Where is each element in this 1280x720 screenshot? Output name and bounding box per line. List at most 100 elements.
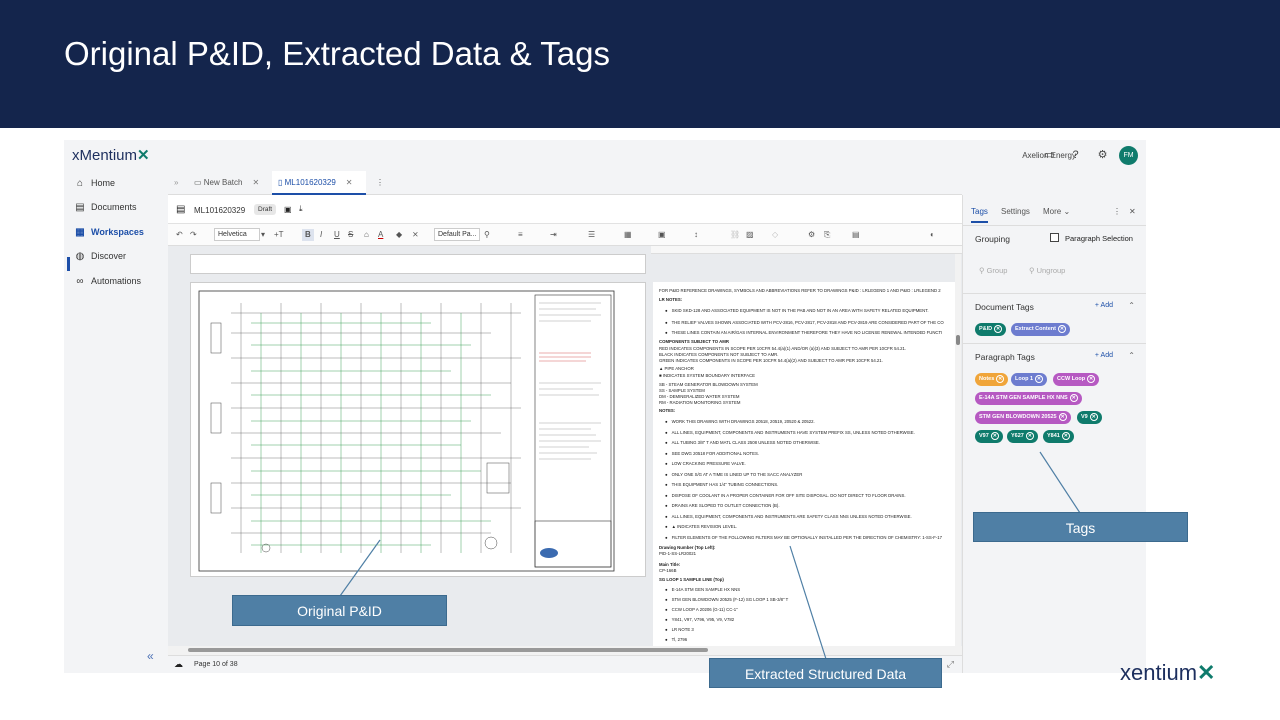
remove-tag-icon[interactable]: ✕ [1061, 431, 1070, 440]
remove-tag-icon[interactable]: ✕ [1087, 374, 1096, 383]
text-color-icon[interactable]: A [378, 229, 383, 241]
strikethrough-icon[interactable]: S [348, 229, 353, 241]
tag-chip[interactable]: CCW Loop ✕ [1053, 373, 1100, 386]
cloud-icon: ☁ [174, 659, 183, 669]
paragraph-selection-checkbox[interactable] [1050, 233, 1059, 242]
nav-item-discover[interactable]: ◍ Discover [74, 251, 126, 265]
chevron-down-icon[interactable]: ▾ [261, 229, 265, 241]
card-icon[interactable]: ▭ [1043, 149, 1056, 162]
remove-tag-icon[interactable]: ✕ [996, 374, 1005, 383]
list-icon[interactable]: ☰ [588, 229, 595, 241]
tag-chip[interactable]: V97 ✕ [975, 430, 1003, 443]
logo-text: xMentium [72, 147, 138, 164]
copy-icon[interactable]: ⎘ [824, 229, 830, 241]
text-line: CP-166B [659, 568, 677, 573]
ungroup-button[interactable]: ⚲ Ungroup [1029, 266, 1065, 275]
undo-icon[interactable]: ↶ [176, 229, 183, 241]
tag-chip[interactable]: P&ID ✕ [975, 323, 1007, 336]
add-document-tag-button[interactable]: + Add [1095, 302, 1113, 309]
avatar[interactable]: FM [1119, 146, 1138, 165]
tab-ml101620329[interactable]: ▯ ML101620329 ✕ [272, 171, 366, 195]
text-line: E-14A STM GEN SAMPLE HX NNS [665, 587, 741, 592]
tab-settings[interactable]: Settings [1001, 207, 1030, 216]
style-select[interactable]: Default Pa... [434, 228, 480, 241]
tag-chip[interactable]: Y627 ✕ [1007, 430, 1038, 443]
italic-icon[interactable]: I [320, 229, 322, 241]
nav-item-workspaces[interactable]: ▦ Workspaces [74, 227, 144, 241]
app-logo[interactable]: xMentium✕ [72, 146, 150, 164]
remove-tag-icon[interactable]: ✕ [1057, 324, 1066, 333]
close-icon[interactable]: ✕ [1129, 207, 1136, 216]
tab-more[interactable]: More ⌄ [1043, 207, 1070, 216]
close-icon[interactable]: ✕ [346, 178, 353, 187]
redo-icon[interactable]: ↷ [190, 229, 197, 241]
font-select[interactable]: Helvetica [214, 228, 260, 241]
image-icon[interactable]: ▨ [746, 229, 754, 241]
remove-tag-icon[interactable]: ✕ [1069, 393, 1078, 402]
nav-item-documents[interactable]: ▤ Documents [74, 202, 136, 216]
spacing-icon[interactable]: ↕ [694, 229, 698, 241]
remove-tag-icon[interactable]: ✕ [1025, 431, 1034, 440]
more-icon[interactable]: ⋮ [1113, 207, 1121, 216]
close-icon[interactable]: ✕ [252, 178, 259, 187]
remove-tag-icon[interactable]: ✕ [990, 431, 999, 440]
page-icon[interactable]: ▤ [852, 229, 860, 241]
align-icon[interactable]: ≡ [518, 229, 523, 241]
tag-chip[interactable]: STM GEN BLOWDOWN 20525 ✕ [975, 411, 1071, 424]
pid-red-notes [539, 352, 591, 362]
gear-icon[interactable]: ⚙ [1096, 149, 1109, 162]
group-button[interactable]: ⚲ Group [979, 266, 1007, 275]
nav-item-automations[interactable]: ∞ Automations [74, 276, 141, 290]
tag-chip[interactable]: V9 ✕ [1077, 411, 1102, 424]
document-icon: ▤ [75, 202, 85, 213]
collapse-sidebar-button[interactable]: « [147, 649, 154, 663]
more-icon[interactable]: ⋮ [370, 171, 384, 195]
paint-icon[interactable]: ⚲ [484, 229, 490, 241]
download-icon[interactable]: ⤓ [299, 204, 303, 214]
clear-format-icon[interactable]: ⨯ [412, 229, 419, 241]
tag-label: P&ID [979, 326, 993, 332]
help-icon[interactable]: ? [1069, 149, 1082, 162]
tab-tags[interactable]: Tags [971, 207, 988, 223]
expand-tabs-icon[interactable]: » [168, 171, 184, 195]
ungroup-icon: ⚲ [1029, 266, 1037, 275]
remove-tag-icon[interactable]: ✕ [1089, 412, 1098, 421]
remove-tag-icon[interactable]: ✕ [1058, 412, 1067, 421]
tab-label: New Batch [203, 178, 243, 187]
tag-chip[interactable]: Loop 1 ✕ [1011, 373, 1048, 386]
bold-icon[interactable]: B [302, 229, 314, 241]
fullscreen-icon[interactable]: ⤢ [947, 659, 954, 670]
media-icon[interactable]: ▣ [658, 229, 666, 241]
underline-icon[interactable]: U [334, 229, 340, 241]
highlight-icon[interactable]: ⌂ [364, 229, 369, 241]
remove-tag-icon[interactable]: ✕ [994, 324, 1003, 333]
group-icon: ⚲ [979, 266, 987, 275]
nav-item-home[interactable]: ⌂ Home [74, 178, 115, 192]
tag-label: E-14A STM GEN SAMPLE HX NNS [979, 395, 1068, 401]
chevron-up-icon[interactable]: ⌃ [1128, 351, 1135, 360]
tag-chip[interactable]: Extract Content ✕ [1011, 323, 1070, 336]
chevron-up-icon[interactable]: ⌃ [1128, 301, 1135, 310]
tab-new-batch[interactable]: ▭ New Batch ✕ [188, 171, 268, 195]
extracted-text-pane[interactable]: FOR P&ID REFERENCE DRAWINGS, SYMBOLS AND… [653, 282, 957, 650]
indent-icon[interactable]: ⇥ [550, 229, 557, 241]
toggle-icon[interactable]: ◐ [930, 229, 935, 241]
font-size-icon[interactable]: +T [274, 229, 284, 241]
vertical-scroll-thumb[interactable] [956, 335, 960, 345]
tag-chip[interactable]: E-14A STM GEN SAMPLE HX NNS ✕ [975, 392, 1082, 405]
tag-label: Y841 [1047, 433, 1060, 439]
vertical-scrollbar[interactable] [955, 254, 961, 646]
link-icon[interactable]: ⛓ [730, 229, 740, 241]
tag-chip[interactable]: Y841 ✕ [1043, 430, 1074, 443]
remove-tag-icon[interactable]: ✕ [1035, 374, 1044, 383]
add-paragraph-tag-button[interactable]: + Add [1095, 352, 1113, 359]
tag-icon[interactable]: ◇ [772, 229, 778, 241]
tag-chip[interactable]: Notes ✕ [975, 373, 1009, 386]
table-icon[interactable]: ▦ [624, 229, 632, 241]
comment-icon[interactable]: ⚙ [808, 229, 815, 241]
format-icon[interactable]: ◆ [396, 229, 402, 241]
tag-label: CCW Loop [1057, 376, 1086, 382]
add-label: Add [1100, 352, 1113, 359]
save-icon[interactable]: ▣ [284, 205, 292, 214]
horizontal-scroll-thumb[interactable] [188, 648, 708, 652]
